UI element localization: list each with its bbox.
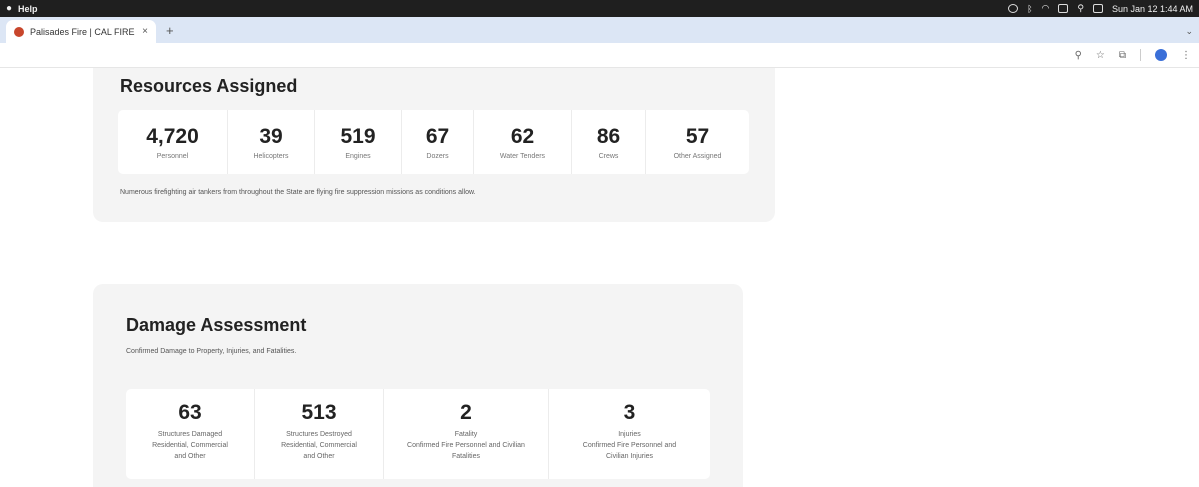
damage-label-line: Structures Destroyed bbox=[286, 431, 352, 438]
damage-label-line: and Other bbox=[174, 453, 206, 460]
damage-label: Fatality Confirmed Fire Personnel and Ci… bbox=[407, 429, 525, 462]
kebab-menu-icon[interactable]: ⋮ bbox=[1181, 50, 1191, 61]
calfire-favicon-icon bbox=[14, 26, 24, 37]
resource-value: 4,720 bbox=[146, 124, 199, 148]
puzzle-icon[interactable]: ⧉ bbox=[1119, 50, 1126, 61]
damage-value: 63 bbox=[178, 401, 202, 424]
damage-label: Structures Destroyed Residential, Commer… bbox=[281, 429, 357, 462]
display-icon[interactable] bbox=[1058, 4, 1069, 13]
resources-row: 4,720 Personnel 39 Helicopters 519 Engin… bbox=[118, 110, 749, 174]
damage-value: 2 bbox=[460, 401, 472, 424]
damage-value: 513 bbox=[301, 401, 337, 424]
damage-label-line: Civilian Injuries bbox=[605, 453, 654, 460]
resource-engines: 519 Engines bbox=[315, 110, 402, 174]
damage-row: 63 Structures Damaged Residential, Comme… bbox=[126, 389, 710, 479]
resource-value: 86 bbox=[596, 124, 621, 148]
tab-title: Palisades Fire | CAL FIRE bbox=[30, 26, 135, 37]
menu-bar: ● Help ᛒ ◠ ⚲ Sun Jan 12 1:44 AM bbox=[0, 0, 1199, 17]
browser-toolbar: ⚲ ☆ ⧉ ⋮ bbox=[0, 43, 1199, 68]
star-icon[interactable]: ☆ bbox=[1096, 50, 1105, 61]
resource-value: 519 bbox=[340, 124, 376, 148]
new-tab-button[interactable]: + bbox=[166, 23, 174, 38]
resource-label: Engines bbox=[345, 152, 371, 160]
toolbar-divider bbox=[1140, 49, 1141, 61]
resource-label: Helicopters bbox=[253, 152, 289, 160]
page-content: Resources Assigned 4,720 Personnel 39 He… bbox=[0, 68, 1199, 487]
avatar-icon[interactable] bbox=[1155, 49, 1167, 61]
damage-structures-destroyed: 513 Structures Destroyed Residential, Co… bbox=[255, 389, 384, 479]
damage-label-line: and Other bbox=[303, 453, 335, 460]
resource-value: 57 bbox=[685, 124, 710, 148]
status-icon[interactable] bbox=[1008, 4, 1019, 13]
damage-label-line: Confirmed Fire Personnel and bbox=[582, 442, 677, 449]
resource-value: 62 bbox=[510, 124, 535, 148]
tab-palisades-fire[interactable]: Palisades Fire | CAL FIRE × bbox=[6, 20, 156, 43]
clock[interactable]: Sun Jan 12 1:44 AM bbox=[1112, 4, 1193, 14]
apple-icon[interactable]: ● bbox=[6, 3, 12, 14]
control-center-icon[interactable] bbox=[1092, 4, 1103, 13]
spotlight-icon[interactable]: ⚲ bbox=[1077, 3, 1084, 14]
menu-help[interactable]: Help bbox=[18, 4, 38, 14]
damage-label: Structures Damaged Residential, Commerci… bbox=[152, 429, 228, 462]
wifi-icon[interactable]: ◠ bbox=[1041, 3, 1049, 14]
resource-label: Water Tenders bbox=[499, 152, 546, 160]
damage-label-line: Fatality bbox=[454, 431, 478, 438]
damage-label-line: Confirmed Fire Personnel and Civilian bbox=[407, 442, 525, 449]
resource-crews: 86 Crews bbox=[572, 110, 646, 174]
resource-value: 39 bbox=[259, 124, 283, 148]
tab-strip: Palisades Fire | CAL FIRE × + ⌄ bbox=[0, 17, 1199, 43]
damage-label-line: Residential, Commercial bbox=[281, 442, 357, 449]
damage-fatality: 2 Fatality Confirmed Fire Personnel and … bbox=[384, 389, 549, 479]
damage-injuries: 3 Injuries Confirmed Fire Personnel and … bbox=[549, 389, 710, 479]
damage-title: Damage Assessment bbox=[126, 315, 307, 335]
resources-card: Resources Assigned 4,720 Personnel 39 He… bbox=[93, 68, 775, 222]
resources-title: Resources Assigned bbox=[120, 76, 298, 96]
magnifier-icon[interactable]: ⚲ bbox=[1075, 50, 1082, 61]
tab-search-chevron-icon[interactable]: ⌄ bbox=[1185, 26, 1193, 37]
damage-label: Injuries Confirmed Fire Personnel and Ci… bbox=[583, 429, 676, 462]
resource-helicopters: 39 Helicopters bbox=[228, 110, 315, 174]
tab-close-icon[interactable]: × bbox=[142, 26, 148, 37]
damage-label-line: Fatalities bbox=[451, 453, 480, 460]
damage-label-line: Structures Damaged bbox=[157, 431, 223, 438]
resource-label: Dozers bbox=[426, 152, 449, 160]
resource-value: 67 bbox=[425, 124, 450, 148]
damage-card: Damage Assessment Confirmed Damage to Pr… bbox=[93, 284, 743, 487]
damage-label-line: Residential, Commercial bbox=[152, 442, 228, 449]
damage-value: 3 bbox=[623, 401, 636, 424]
resource-personnel: 4,720 Personnel bbox=[118, 110, 228, 174]
damage-label-line: Injuries bbox=[618, 431, 641, 438]
resource-label: Other Assigned bbox=[673, 152, 722, 160]
resource-label: Personnel bbox=[156, 152, 189, 160]
damage-subtitle: Confirmed Damage to Property, Injuries, … bbox=[126, 348, 297, 355]
resources-note: Numerous firefighting air tankers from t… bbox=[120, 189, 476, 196]
damage-structures-damaged: 63 Structures Damaged Residential, Comme… bbox=[126, 389, 255, 479]
resource-water-tenders: 62 Water Tenders bbox=[474, 110, 572, 174]
resource-label: Crews bbox=[598, 152, 619, 160]
bluetooth-icon[interactable]: ᛒ bbox=[1027, 4, 1032, 14]
resource-other-assigned: 57 Other Assigned bbox=[646, 110, 749, 174]
status-area: ᛒ ◠ ⚲ Sun Jan 12 1:44 AM bbox=[1008, 3, 1193, 14]
resource-dozers: 67 Dozers bbox=[402, 110, 474, 174]
